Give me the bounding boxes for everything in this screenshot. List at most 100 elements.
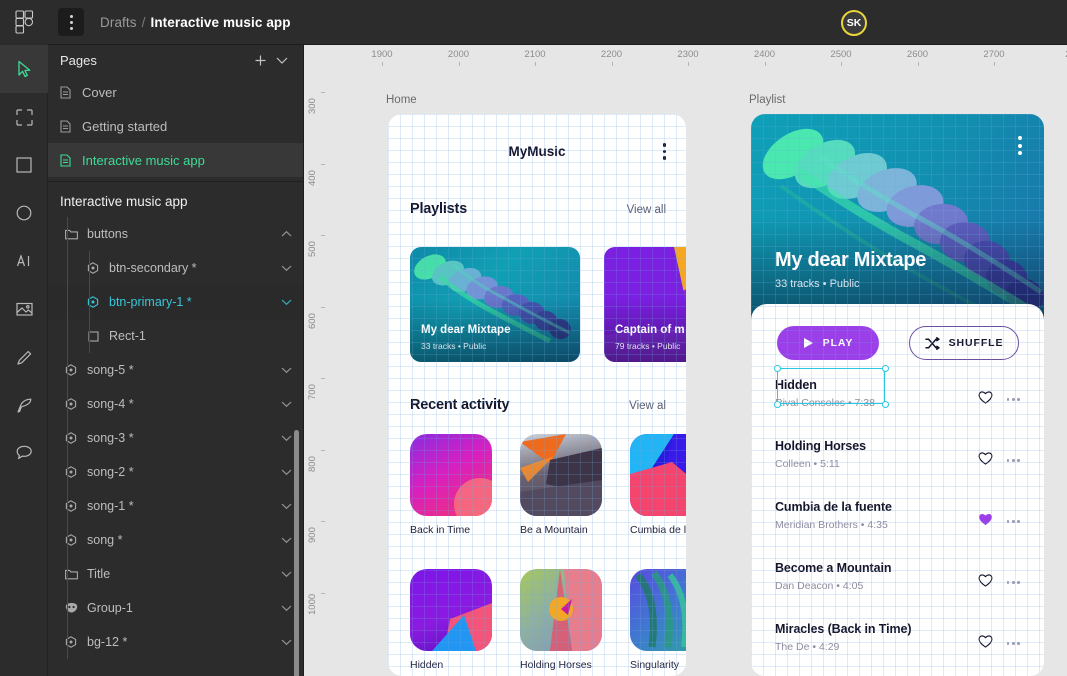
layer-item-buttons[interactable]: buttons: [48, 217, 303, 251]
pencil-tool[interactable]: [0, 333, 48, 381]
image-tool[interactable]: [0, 285, 48, 333]
playlists-title: Playlists: [410, 201, 467, 217]
like-button[interactable]: [978, 390, 993, 409]
move-tool[interactable]: [0, 45, 48, 93]
layer-item-group-1[interactable]: Group-1: [48, 591, 303, 625]
figma-logo-icon[interactable]: [0, 0, 48, 45]
breadcrumb-drafts[interactable]: Drafts: [100, 15, 137, 30]
chevron-down-icon[interactable]: [277, 400, 295, 408]
folder-icon: [62, 229, 80, 240]
kebab-menu-icon[interactable]: [1018, 136, 1022, 155]
recent-activity-view-all-link[interactable]: View al: [629, 400, 666, 412]
layer-item-btn-primary-1[interactable]: btn-primary-1 *: [48, 285, 303, 319]
chevron-down-icon[interactable]: [277, 468, 295, 476]
frame-home[interactable]: MyMusic Playlists View all: [388, 114, 686, 676]
layer-item-song-4[interactable]: song-4 *: [48, 387, 303, 421]
layers-scrollbar[interactable]: [294, 430, 299, 676]
more-horizontal-icon[interactable]: [1007, 398, 1020, 401]
track-row[interactable]: Cumbia de la fuente Meridian Brothers • …: [775, 500, 1020, 552]
page-item-cover[interactable]: Cover: [48, 75, 303, 109]
album-thumbnail[interactable]: [520, 434, 602, 516]
play-button-label: PLAY: [823, 337, 854, 349]
chevron-down-icon[interactable]: [277, 298, 295, 306]
like-button[interactable]: [978, 512, 993, 531]
page-item-interactive-music-app[interactable]: Interactive music app: [48, 143, 303, 177]
chevron-up-icon[interactable]: [277, 230, 295, 238]
main-menu-icon[interactable]: [58, 8, 84, 36]
chevron-down-icon[interactable]: [277, 604, 295, 612]
album-thumbnail[interactable]: [410, 569, 492, 651]
layer-item-song-1[interactable]: song-1 *: [48, 489, 303, 523]
horizontal-ruler[interactable]: 19002000210022002300240025002600270028: [304, 45, 1067, 67]
like-button[interactable]: [978, 634, 993, 653]
selection-handle-bl[interactable]: [774, 401, 781, 408]
page-item-label: Interactive music app: [82, 153, 205, 168]
like-button[interactable]: [978, 573, 993, 592]
album-thumbnail[interactable]: [630, 434, 686, 516]
ai-text-icon[interactable]: [0, 237, 48, 285]
feather-tool[interactable]: [0, 381, 48, 429]
track-row[interactable]: Miracles (Back in Time) The De • 4:29: [775, 622, 1020, 674]
chevron-down-icon[interactable]: [277, 264, 295, 272]
shuffle-button[interactable]: SHUFFLE: [909, 326, 1019, 360]
chevron-down-icon[interactable]: [271, 49, 293, 71]
playlist-hero-title: My dear Mixtape: [775, 249, 926, 272]
layer-item-rect-1[interactable]: Rect-1: [48, 319, 303, 353]
play-button[interactable]: PLAY: [777, 326, 879, 360]
layer-guide-line: [67, 217, 68, 659]
chevron-down-icon[interactable]: [277, 638, 295, 646]
selection-handle-tl[interactable]: [774, 365, 781, 372]
layers-list: buttons btn-secondary * btn-primary-1 * …: [48, 217, 303, 659]
selection-handle-tr[interactable]: [882, 365, 889, 372]
track-row[interactable]: Hidden Rival Consoles • 7:38: [775, 378, 1020, 430]
layer-item-song-5[interactable]: song-5 *: [48, 353, 303, 387]
chevron-down-icon[interactable]: [277, 502, 295, 510]
chevron-down-icon[interactable]: [277, 570, 295, 578]
frame-label-home[interactable]: Home: [386, 94, 417, 106]
layer-item-song[interactable]: song *: [48, 523, 303, 557]
page-item-label: Getting started: [82, 119, 167, 134]
album-thumbnail[interactable]: [520, 569, 602, 651]
selection-handle-br[interactable]: [882, 401, 889, 408]
ruler-tick-label: 2700: [983, 49, 1004, 60]
page-item-getting-started[interactable]: Getting started: [48, 109, 303, 143]
chevron-down-icon[interactable]: [277, 366, 295, 374]
more-horizontal-icon[interactable]: [1007, 581, 1020, 584]
ruler-tick-label: 500: [307, 241, 318, 257]
frame-label-playlist[interactable]: Playlist: [749, 94, 785, 106]
layer-item-title[interactable]: Title: [48, 557, 303, 591]
breadcrumb-file-name[interactable]: Interactive music app: [150, 15, 290, 30]
component-icon: [62, 432, 80, 444]
ruler-tick-mark: [382, 62, 383, 66]
layer-item-btn-secondary[interactable]: btn-secondary *: [48, 251, 303, 285]
layer-item-song-2[interactable]: song-2 *: [48, 455, 303, 489]
layer-item-song-3[interactable]: song-3 *: [48, 421, 303, 455]
playlists-view-all-link[interactable]: View all: [627, 204, 666, 216]
track-row[interactable]: Become a Mountain Dan Deacon • 4:05: [775, 561, 1020, 613]
like-button[interactable]: [978, 451, 993, 470]
comment-tool[interactable]: [0, 429, 48, 477]
rectangle-tool[interactable]: [0, 141, 48, 189]
frame-playlist[interactable]: My dear Mixtape 33 tracks • Public PLAY …: [751, 114, 1044, 676]
more-horizontal-icon[interactable]: [1007, 520, 1020, 523]
album-thumbnail[interactable]: [630, 569, 686, 651]
playlist-card[interactable]: Captain of m 79 tracks • Public: [604, 247, 686, 362]
more-horizontal-icon[interactable]: [1007, 459, 1020, 462]
track-row[interactable]: Holding Horses Colleen • 5:11: [775, 439, 1020, 491]
layer-item-label: song *: [87, 533, 277, 547]
playlist-card[interactable]: My dear Mixtape 33 tracks • Public: [410, 247, 580, 362]
vertical-ruler[interactable]: 3004005006007008009001000: [304, 45, 326, 676]
layer-item-bg-12[interactable]: bg-12 *: [48, 625, 303, 659]
chevron-down-icon[interactable]: [277, 434, 295, 442]
ruler-tick-label: 700: [307, 384, 318, 400]
ellipse-tool[interactable]: [0, 189, 48, 237]
more-horizontal-icon[interactable]: [1007, 642, 1020, 645]
plus-icon[interactable]: [249, 49, 271, 71]
kebab-menu-icon[interactable]: [663, 143, 667, 160]
avatar[interactable]: SK: [841, 10, 867, 36]
frame-tool[interactable]: [0, 93, 48, 141]
chevron-down-icon[interactable]: [277, 536, 295, 544]
design-canvas[interactable]: Home MyMusic Playlists View all: [304, 45, 1067, 676]
folder-icon: [62, 569, 80, 580]
album-thumbnail[interactable]: [410, 434, 492, 516]
